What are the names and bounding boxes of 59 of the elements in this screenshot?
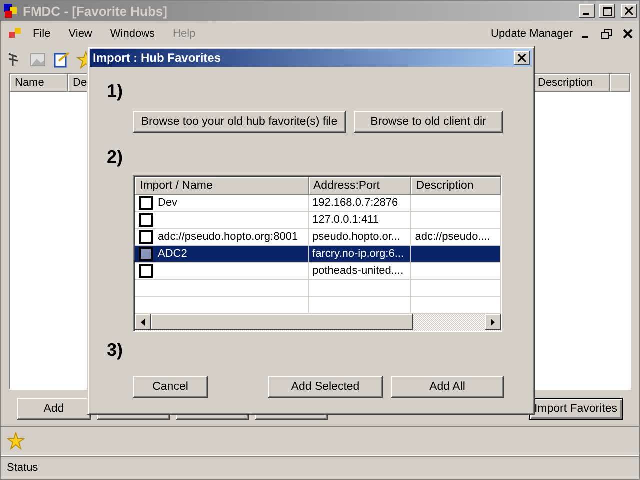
column-header[interactable]: Name xyxy=(10,74,68,92)
dialog-title: Import : Hub Favorites xyxy=(93,51,222,65)
minimize-button[interactable] xyxy=(579,4,595,18)
hub-address: pseudo.hopto.or... xyxy=(312,231,401,243)
update-manager-label[interactable]: Update Manager xyxy=(485,28,579,40)
hub-address: 192.168.0.7:2876 xyxy=(312,197,398,209)
menu-item[interactable]: Windows xyxy=(102,26,164,42)
import-favorites-button[interactable]: Import Favorites xyxy=(529,398,623,420)
hub-button[interactable]: Add xyxy=(17,398,91,420)
right-arrow-icon xyxy=(491,318,495,326)
menu-item[interactable]: File xyxy=(25,26,59,42)
close-button[interactable] xyxy=(621,4,637,18)
list-row[interactable]: potheads-united.... xyxy=(135,263,501,280)
close-icon[interactable] xyxy=(623,29,633,39)
add-button[interactable]: Add Selected xyxy=(268,376,383,398)
column-header[interactable]: Import / Name xyxy=(135,177,309,195)
list-row[interactable]: ADC2 farcry.no-ip.org:6... xyxy=(135,246,501,263)
list-row[interactable]: Dev 192.168.0.7:2876 xyxy=(135,195,501,212)
column-header[interactable]: Description xyxy=(411,177,501,195)
checkbox[interactable] xyxy=(139,213,153,227)
add-button[interactable]: Add All xyxy=(391,376,504,398)
checkbox[interactable] xyxy=(139,196,153,210)
column-header[interactable]: Description xyxy=(533,74,610,92)
step-label: 3) xyxy=(107,340,124,362)
maximize-button[interactable] xyxy=(599,4,615,18)
horizontal-scrollbar[interactable] xyxy=(135,314,501,331)
edit-icon[interactable] xyxy=(53,51,71,69)
checkbox[interactable] xyxy=(139,264,153,278)
star-icon[interactable] xyxy=(7,432,25,450)
restore-icon[interactable] xyxy=(601,29,613,39)
browse-button[interactable]: Browse too your old hub favorite(s) file xyxy=(133,111,346,133)
close-button[interactable] xyxy=(514,51,530,65)
maximize-icon xyxy=(602,6,612,16)
hub-description: adc://pseudo.... xyxy=(415,231,490,243)
list-row[interactable]: 127.0.0.1:411 xyxy=(135,212,501,229)
scroll-right-button[interactable] xyxy=(485,314,501,330)
hub-address: farcry.no-ip.org:6... xyxy=(312,248,404,260)
left-arrow-icon xyxy=(141,318,145,326)
checkbox[interactable] xyxy=(139,247,153,261)
hub-name: ADC2 xyxy=(158,248,188,260)
column-header[interactable]: Address:Port xyxy=(308,177,412,195)
close-icon xyxy=(518,54,526,62)
checkbox[interactable] xyxy=(139,230,153,244)
hub-address: potheads-united.... xyxy=(312,265,404,277)
hub-name: adc://pseudo.hopto.org:8001 xyxy=(158,231,298,243)
hub-address: 127.0.0.1:411 xyxy=(312,214,379,226)
window-title: FMDC - [Favorite Hubs] xyxy=(23,4,168,18)
scroll-thumb[interactable] xyxy=(151,314,413,330)
menu-item[interactable]: View xyxy=(60,26,100,42)
step-label: 2) xyxy=(107,147,124,169)
status-text: Status xyxy=(7,462,38,474)
app-icon xyxy=(3,3,19,19)
scroll-left-button[interactable] xyxy=(135,314,151,330)
close-icon xyxy=(625,7,633,15)
step-label: 1) xyxy=(107,81,124,103)
list-row[interactable]: adc://pseudo.hopto.org:8001 pseudo.hopto.or... adc://pseudo.... xyxy=(135,229,501,246)
browse-button[interactable]: Browse to old client dir xyxy=(354,111,503,133)
cancel-button[interactable]: Cancel xyxy=(133,376,208,398)
hub-name: Dev xyxy=(158,197,178,209)
